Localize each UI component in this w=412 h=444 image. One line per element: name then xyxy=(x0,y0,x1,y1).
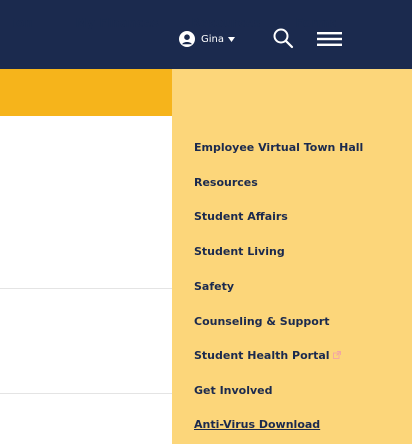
dropdown-item-anti-virus-download[interactable]: Anti-Virus Download xyxy=(194,418,320,431)
nav-item-forms[interactable]: Forms xyxy=(295,0,337,47)
dropdown-item-student-living[interactable]: Student Living xyxy=(194,245,285,258)
nav-item-partial[interactable]: ion xyxy=(12,0,33,47)
external-link-icon xyxy=(332,351,341,359)
divider xyxy=(0,288,172,289)
resources-dropdown: Employee Virtual Town Hall Resources Stu… xyxy=(172,116,412,444)
dropdown-item-label: Student Health Portal xyxy=(194,349,330,362)
nav-item-resources[interactable]: Resources xyxy=(191,0,261,47)
dropdown-item-safety[interactable]: Safety xyxy=(194,280,234,293)
dropdown-item-employee-town-hall[interactable]: Employee Virtual Town Hall xyxy=(194,141,363,154)
dropdown-item-student-health-portal[interactable]: Student Health Portal xyxy=(194,349,341,362)
dropdown-item-student-affairs[interactable]: Student Affairs xyxy=(194,210,288,223)
divider xyxy=(0,393,172,394)
nav-item-my-finances[interactable]: My Finances xyxy=(75,0,159,47)
search-icon[interactable] xyxy=(272,27,294,49)
dropdown-item-resources[interactable]: Resources xyxy=(194,176,258,189)
dropdown-item-counseling-support[interactable]: Counseling & Support xyxy=(194,315,330,328)
nav-active-highlight xyxy=(172,69,412,116)
dropdown-item-get-involved[interactable]: Get Involved xyxy=(194,384,273,397)
